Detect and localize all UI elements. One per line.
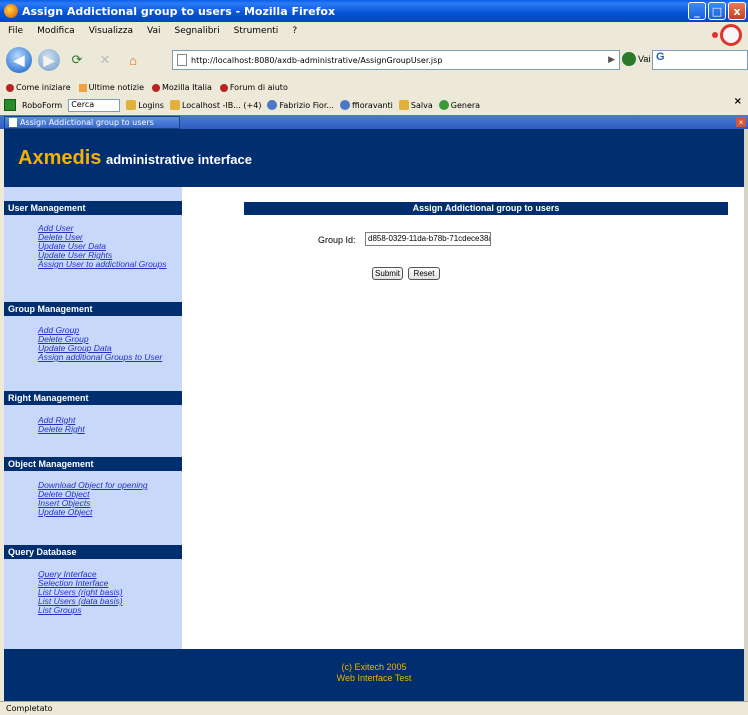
menu-visualizza[interactable]: Visualizza <box>89 26 133 36</box>
save-icon <box>398 100 409 110</box>
group-id-label: Group Id: <box>318 235 356 245</box>
bookmark-item[interactable]: Come iniziare <box>6 83 71 92</box>
sidebar: User Management Add User Delete User Upd… <box>4 187 182 649</box>
footer-subtitle: Web Interface Test <box>336 673 412 683</box>
browser-window: Assign Addictional group to users - Mozi… <box>0 0 748 715</box>
reset-button[interactable]: Reset <box>408 267 440 280</box>
menu-file[interactable]: File <box>8 26 23 36</box>
minimize-button[interactable]: _ <box>688 2 706 20</box>
status-text: Completato <box>6 704 53 713</box>
go-arrow-icon[interactable]: ▶ <box>608 55 615 65</box>
bookmark-item[interactable]: Ultime notizie <box>78 83 144 92</box>
title-bar: Assign Addictional group to users - Mozi… <box>0 0 748 22</box>
reload-button[interactable]: ⟳ <box>66 49 88 71</box>
menu-vai[interactable]: Vai <box>147 26 160 36</box>
roboform-generate[interactable]: Genera <box>438 100 480 110</box>
roboform-toolbar: RoboForm Cerca Logins Localhost -IB... (… <box>0 96 748 114</box>
menu-bar: File Modifica Visualizza Vai Segnalibri … <box>0 22 748 40</box>
window-title: Assign Addictional group to users - Mozi… <box>22 4 336 18</box>
brand-subtitle: administrative interface <box>106 152 252 167</box>
menu-help[interactable]: ? <box>292 26 297 36</box>
bookmark-icon <box>219 83 228 92</box>
roboform-save[interactable]: Salva <box>398 100 433 110</box>
close-button[interactable]: x <box>728 2 746 20</box>
menu-segnalibri[interactable]: Segnalibri <box>175 26 220 36</box>
roboform-logins[interactable]: Logins <box>126 100 164 110</box>
go-button[interactable]: Vai <box>622 52 650 66</box>
group-id-input[interactable]: d858-0329-11da-b78b-71cdece38a1d <box>365 232 491 246</box>
bookmark-icon <box>6 83 14 92</box>
passcard-icon <box>169 100 180 110</box>
search-input[interactable]: G <box>652 50 748 70</box>
rss-icon <box>78 83 87 92</box>
section-right-management: Right Management <box>4 391 182 405</box>
group-management-links: Add Group Delete Group Update Group Data… <box>38 326 162 362</box>
link-assign-additional-groups[interactable]: Assign additional Groups to User <box>38 353 162 362</box>
tab-close-icon[interactable]: × <box>736 117 746 127</box>
roboform-icon <box>4 99 16 111</box>
site-header: Axmedis administrative interface <box>4 129 744 187</box>
window-controls: _ □ x <box>688 2 746 20</box>
roboform-menu[interactable]: RoboForm <box>22 101 62 110</box>
home-button[interactable]: ⌂ <box>122 49 144 71</box>
tab-strip: Assign Addictional group to users × <box>0 115 748 129</box>
link-update-object[interactable]: Update Object <box>38 508 148 517</box>
roboform-identity-1[interactable]: Fabrizio Fior... <box>267 100 334 110</box>
generate-icon <box>438 100 449 110</box>
forward-button[interactable]: ▶ <box>38 49 60 71</box>
url-text: http://localhost:8080/axdb-administrativ… <box>191 55 443 65</box>
submit-button[interactable]: Submit <box>372 267 403 280</box>
tab-page-icon <box>9 118 17 127</box>
query-database-links: Query Interface Selection Interface List… <box>38 570 123 615</box>
main-panel: Assign Addictional group to users Group … <box>184 187 744 649</box>
menu-strumenti[interactable]: Strumenti <box>234 26 279 36</box>
page-content: Axmedis administrative interface User Ma… <box>4 129 744 701</box>
vertical-scrollbar[interactable] <box>744 129 748 701</box>
user-management-links: Add User Delete User Update User Data Up… <box>38 224 167 269</box>
section-group-management: Group Management <box>4 302 182 316</box>
firefox-icon <box>4 4 18 18</box>
address-bar[interactable]: http://localhost:8080/axdb-administrativ… <box>172 50 620 70</box>
identity-icon <box>340 100 351 110</box>
link-assign-user-groups[interactable]: Assign User to addictional Groups <box>38 260 167 269</box>
maximize-button[interactable]: □ <box>708 2 726 20</box>
footer-copyright: (c) Exitech 2005 <box>341 662 407 672</box>
bookmark-item[interactable]: Forum di aiuto <box>219 83 288 92</box>
search-engine-icon: G <box>656 51 665 63</box>
identity-icon <box>267 100 278 110</box>
site-footer: (c) Exitech 2005 Web Interface Test <box>4 649 744 701</box>
throbber-dot-icon <box>712 32 718 38</box>
page-icon <box>177 54 187 66</box>
tab-assign-group[interactable]: Assign Addictional group to users <box>4 116 180 129</box>
bookmark-item[interactable]: Mozilla Italia <box>152 83 212 92</box>
bookmarks-toolbar: Come iniziare Ultime notizie Mozilla Ita… <box>0 80 748 95</box>
back-button[interactable]: ◀ <box>6 47 32 73</box>
section-user-management: User Management <box>4 201 182 215</box>
toolbar-close-icon[interactable]: × <box>734 96 742 107</box>
roboform-localhost[interactable]: Localhost -IB... (+4) <box>169 100 261 110</box>
right-management-links: Add Right Delete Right <box>38 416 85 434</box>
stop-button[interactable]: ✕ <box>94 49 116 71</box>
bookmark-icon <box>152 83 160 92</box>
roboform-search-input[interactable]: Cerca <box>68 98 121 112</box>
menu-modifica[interactable]: Modifica <box>37 26 75 36</box>
object-management-links: Download Object for opening Delete Objec… <box>38 481 148 517</box>
logins-icon <box>126 100 137 110</box>
brand-logo: Axmedis <box>18 147 102 169</box>
section-object-management: Object Management <box>4 457 182 471</box>
form-heading: Assign Addictional group to users <box>244 202 728 215</box>
status-bar: Completato <box>0 701 748 715</box>
roboform-identity-2[interactable]: ffioravanti <box>340 100 393 110</box>
go-label: Vai <box>638 54 651 64</box>
section-query-database: Query Database <box>4 545 182 559</box>
link-list-groups[interactable]: List Groups <box>38 606 123 615</box>
link-delete-right[interactable]: Delete Right <box>38 425 85 434</box>
go-icon <box>622 52 636 66</box>
